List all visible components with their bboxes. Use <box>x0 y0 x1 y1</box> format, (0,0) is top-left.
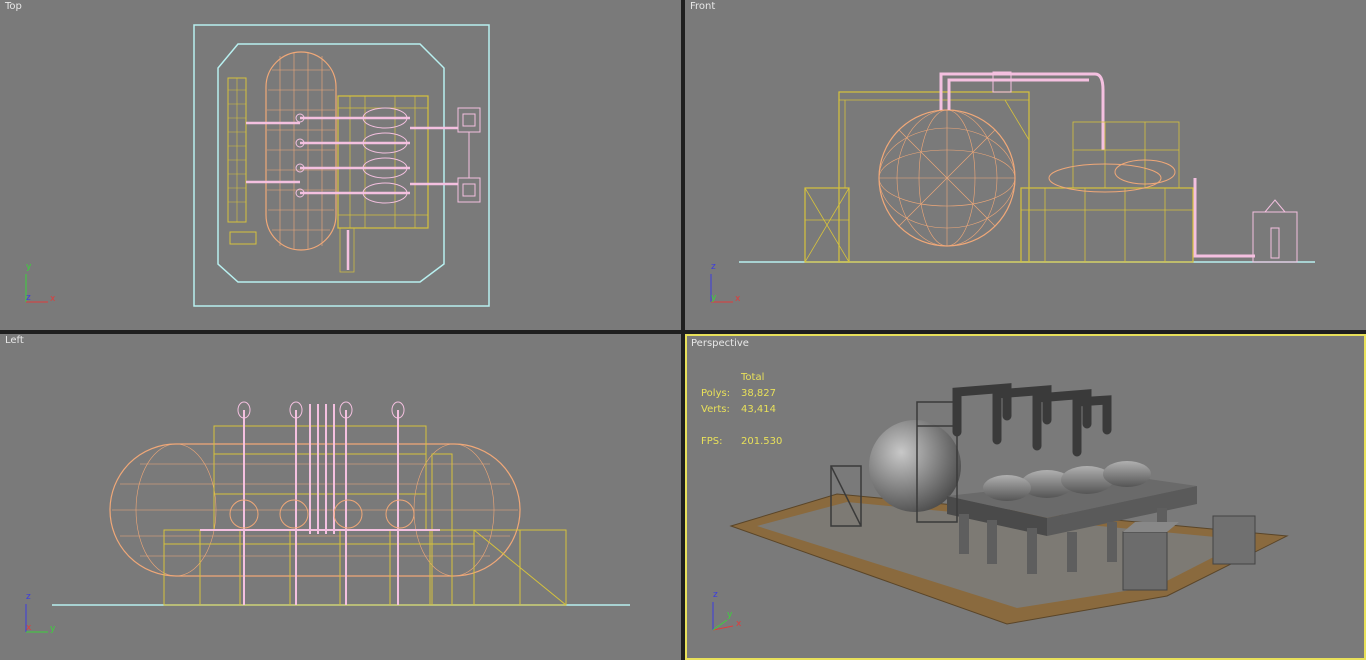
axis-tripod-left: z y x <box>22 592 62 636</box>
axis-origin-label: y <box>711 293 717 303</box>
polys-value: 38,827 <box>741 388 776 399</box>
axis-right-label: x <box>736 619 742 629</box>
axis-origin-label: z <box>26 293 31 303</box>
front-view-wireframe <box>739 71 1315 263</box>
viewport-top[interactable]: Top y x z <box>0 0 681 330</box>
axis-up-label: z <box>26 592 31 602</box>
verts-value: 43,414 <box>741 404 776 415</box>
polys-label: Polys: <box>701 388 731 399</box>
perspective-render <box>729 383 1289 625</box>
viewport-front[interactable]: Front z x y <box>685 0 1366 330</box>
axis-origin-label: x <box>26 623 32 633</box>
axis-tripod-top: y x z <box>22 262 62 306</box>
viewport-left[interactable]: Left z y x <box>0 334 681 660</box>
verts-label: Verts: <box>701 404 730 415</box>
stats-header: Total <box>741 372 765 383</box>
axis-origin-label: y <box>727 610 733 620</box>
axis-tripod-perspective: z x y <box>709 590 749 634</box>
top-view-wireframe <box>193 24 490 307</box>
axis-up-label: z <box>711 262 716 272</box>
left-view-wireframe <box>52 401 630 606</box>
axis-tripod-front: z x y <box>707 262 747 306</box>
axis-up-label: y <box>26 262 32 272</box>
viewport-perspective[interactable]: Perspective Total Polys: 38,827 Verts: 4… <box>685 334 1366 660</box>
axis-right-label: y <box>50 624 56 634</box>
fps-label: FPS: <box>701 436 723 447</box>
axis-right-label: x <box>50 294 56 304</box>
stats-overlay: Total Polys: 38,827 Verts: 43,414 FPS: 201.… <box>701 370 782 450</box>
axis-right-label: x <box>735 294 741 304</box>
axis-up-label: z <box>713 590 718 600</box>
fps-value: 201.530 <box>741 436 783 447</box>
